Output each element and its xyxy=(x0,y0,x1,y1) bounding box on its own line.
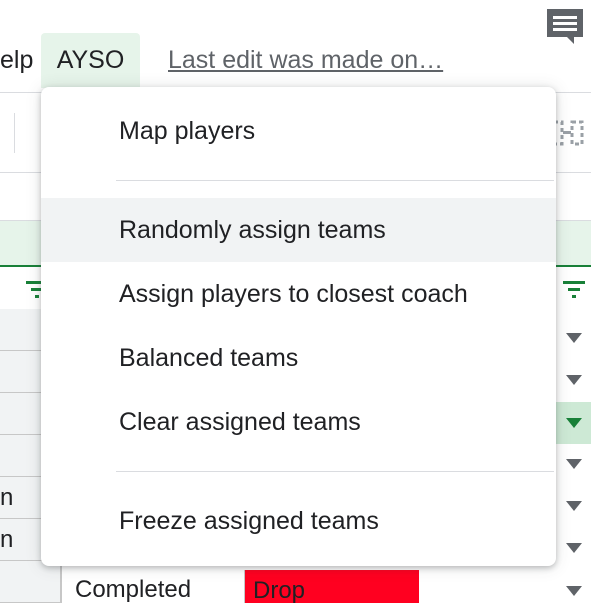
menu-divider xyxy=(116,180,554,181)
dropdown-arrow-icon[interactable] xyxy=(566,543,582,553)
filter-icon[interactable] xyxy=(563,279,585,299)
dropdown-arrow-icon[interactable] xyxy=(566,501,582,511)
status-cell[interactable]: Completed xyxy=(75,574,191,603)
ayso-dropdown-menu: Map players Randomly assign teams Assign… xyxy=(41,87,556,566)
last-edit-link[interactable]: Last edit was made on… xyxy=(168,44,443,76)
menu-bar: elp AYSO Last edit was made on… xyxy=(0,0,591,92)
dropdown-arrow-icon[interactable] xyxy=(566,418,582,428)
dropdown-arrow-icon[interactable] xyxy=(566,459,582,469)
dropdown-arrow-icon[interactable] xyxy=(566,333,582,343)
menu-item-freeze-assigned-teams[interactable]: Freeze assigned teams xyxy=(41,489,556,553)
menu-divider xyxy=(116,471,554,472)
dropdown-arrow-icon[interactable] xyxy=(566,375,582,385)
menu-item-map-players[interactable]: Map players xyxy=(41,99,556,163)
dropdown-arrow-icon[interactable] xyxy=(566,586,582,596)
comment-icon[interactable] xyxy=(544,6,586,44)
drop-cell[interactable]: Drop xyxy=(244,570,419,603)
toolbar-divider xyxy=(14,113,15,153)
menu-item-balanced-teams[interactable]: Balanced teams xyxy=(41,326,556,390)
menu-help[interactable]: elp xyxy=(0,44,33,76)
menu-ayso[interactable]: AYSO xyxy=(41,33,140,88)
menu-item-clear-assigned-teams[interactable]: Clear assigned teams xyxy=(41,390,556,454)
menu-item-assign-closest-coach[interactable]: Assign players to closest coach xyxy=(41,262,556,326)
menu-item-randomly-assign-teams[interactable]: Randomly assign teams xyxy=(41,198,556,262)
column-layout-icon[interactable] xyxy=(552,117,584,149)
cell-fragment[interactable] xyxy=(0,561,62,603)
